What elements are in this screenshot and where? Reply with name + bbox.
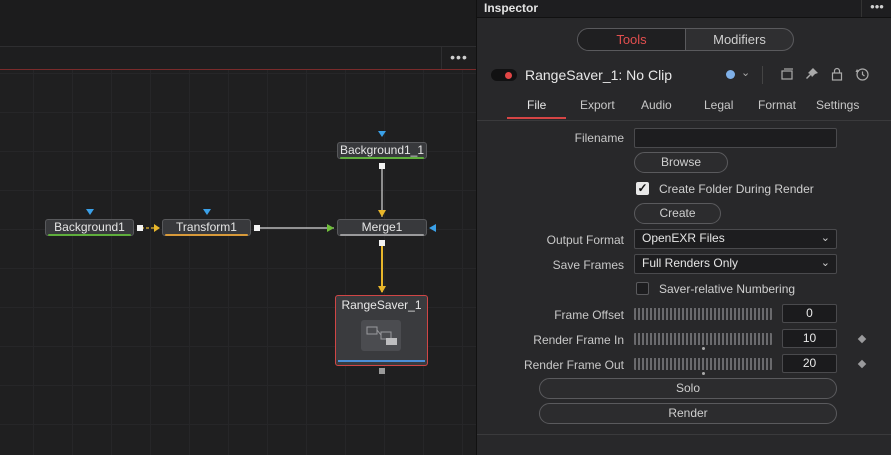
render-frame-in-slider[interactable]	[634, 333, 772, 350]
tool-enable-toggle[interactable]	[491, 69, 517, 81]
tab-format[interactable]: Format	[758, 98, 796, 112]
toggle-dot	[505, 72, 512, 79]
node-background1[interactable]: Background1	[45, 219, 134, 236]
flow-icon	[366, 326, 397, 345]
create-folder-label: Create Folder During Render	[659, 182, 814, 196]
create-button[interactable]: Create	[634, 203, 721, 224]
node-background1-1[interactable]: Background1_1	[337, 142, 427, 159]
divider	[762, 66, 763, 84]
tool-name: RangeSaver_1: No Clip	[525, 67, 673, 83]
node-editor[interactable]: ••• Background1 Transform1 Background1_1…	[0, 0, 476, 455]
chevron-down-icon[interactable]: ⌄	[741, 66, 750, 79]
output-port	[379, 368, 385, 374]
tab-legal[interactable]: Legal	[704, 98, 733, 112]
frame-offset-slider[interactable]	[634, 308, 772, 320]
output-format-value: OpenEXR Files	[642, 231, 725, 245]
output-port	[379, 163, 385, 169]
node-merge1[interactable]: Merge1	[337, 219, 427, 236]
input-triangle-icon	[429, 224, 436, 232]
node-label: Background1_1	[339, 143, 425, 157]
node-thumbnail	[361, 320, 401, 351]
wire-arrow	[154, 224, 160, 232]
inspector-title: Inspector	[484, 1, 539, 15]
tab-audio[interactable]: Audio	[641, 98, 672, 112]
saver-relative-checkbox[interactable]	[636, 282, 649, 295]
tab-modifiers[interactable]: Modifiers	[686, 29, 793, 50]
node-label: RangeSaver_1	[341, 298, 422, 312]
node-color-stripe	[340, 157, 424, 159]
solo-button[interactable]: Solo	[539, 378, 837, 399]
node-transform1[interactable]: Transform1	[162, 219, 251, 236]
node-selection-bar	[338, 360, 425, 362]
render-button[interactable]: Render	[539, 403, 837, 424]
divider	[477, 434, 891, 435]
filename-field[interactable]	[634, 128, 837, 148]
input-triangle-icon	[86, 209, 94, 215]
render-frame-in-label: Render Frame In	[533, 333, 624, 347]
lock-icon[interactable]	[829, 66, 845, 82]
node-label: Merge1	[361, 220, 403, 234]
save-frames-dropdown[interactable]: Full Renders Only ⌄	[634, 254, 837, 274]
save-frames-label: Save Frames	[552, 258, 624, 272]
divider	[477, 120, 891, 121]
output-port	[379, 240, 385, 246]
slider-center-mark	[702, 347, 705, 350]
tools-modifiers-switch: Tools Modifiers	[577, 28, 794, 51]
browse-button[interactable]: Browse	[634, 152, 728, 173]
filename-label: Filename	[574, 131, 624, 145]
frame-offset-label: Frame Offset	[554, 308, 624, 322]
inspector-tabs: File Export Audio Legal Format Settings	[477, 94, 891, 120]
tab-settings[interactable]: Settings	[816, 98, 859, 112]
output-port	[137, 225, 143, 231]
keyframe-diamond-icon[interactable]	[857, 359, 867, 369]
versions-icon[interactable]	[779, 66, 795, 82]
node-color-stripe	[165, 234, 248, 236]
tab-export[interactable]: Export	[580, 98, 615, 112]
wire-arrow	[378, 210, 386, 217]
output-format-label: Output Format	[546, 233, 624, 247]
render-frame-out-label: Render Frame Out	[523, 358, 624, 372]
pin-icon[interactable]	[804, 66, 820, 82]
node-color-stripe	[340, 234, 424, 236]
render-frame-in-input[interactable]: 10	[782, 329, 837, 348]
wire-arrow	[378, 286, 386, 293]
node-color-stripe	[48, 234, 131, 236]
frame-offset-input[interactable]: 0	[782, 304, 837, 323]
tool-color-picker[interactable]	[726, 70, 735, 79]
input-triangle-icon	[378, 131, 386, 137]
save-frames-value: Full Renders Only	[642, 256, 739, 270]
node-label: Transform1	[176, 220, 237, 234]
saver-relative-label: Saver-relative Numbering	[659, 282, 796, 296]
output-format-dropdown[interactable]: OpenEXR Files ⌄	[634, 229, 837, 249]
slider-center-mark	[702, 372, 705, 375]
keyframe-diamond-icon[interactable]	[857, 334, 867, 344]
inspector-menu-button[interactable]: •••	[861, 0, 891, 17]
inspector-panel: Inspector ••• Tools Modifiers RangeSaver…	[476, 0, 891, 455]
chevron-down-icon: ⌄	[820, 232, 830, 244]
tab-file[interactable]: File	[527, 98, 546, 112]
active-tab-indicator	[507, 117, 566, 119]
input-triangle-icon	[203, 209, 211, 215]
inspector-header: Inspector •••	[477, 0, 891, 18]
wire-arrow	[327, 224, 334, 232]
node-rangesaver[interactable]: RangeSaver_1	[335, 295, 428, 366]
render-frame-out-input[interactable]: 20	[782, 354, 837, 373]
tool-header: RangeSaver_1: No Clip ⌄	[477, 62, 891, 88]
tab-tools[interactable]: Tools	[578, 29, 686, 50]
render-frame-out-slider[interactable]	[634, 358, 772, 375]
output-port	[254, 225, 260, 231]
create-folder-checkbox[interactable]: ✓	[636, 182, 649, 195]
node-label: Background1	[54, 220, 125, 234]
chevron-down-icon: ⌄	[820, 257, 830, 269]
reset-icon[interactable]	[854, 66, 870, 82]
